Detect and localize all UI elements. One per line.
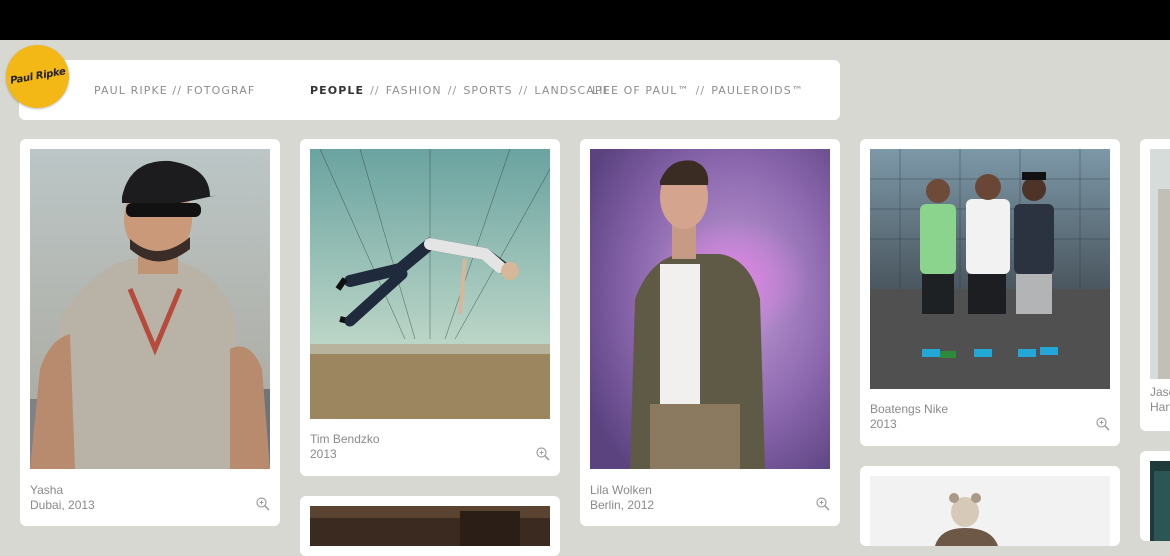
photo-partial[interactable] (310, 506, 550, 546)
zoom-plus-icon[interactable] (816, 497, 830, 511)
photo-title: Boatengs Nike (870, 402, 949, 416)
nav-separator: // (695, 84, 706, 97)
gallery-card-tim-bendzko[interactable]: Tim Bendzko 2013 (300, 139, 560, 476)
caption-yasha: Yasha Dubai, 2013 (30, 483, 95, 513)
photo-subtitle: Dubai, 2013 (30, 498, 95, 512)
photo-subtitle: Berlin, 2012 (590, 498, 655, 512)
gallery-card-partial-2[interactable] (860, 466, 1120, 546)
nav-life-of-paul[interactable]: LIFE OF PAUL™ (592, 84, 690, 97)
caption-tim-bendzko: Tim Bendzko 2013 (310, 432, 380, 462)
nav-fashion[interactable]: FASHION (386, 84, 442, 97)
brand-logo[interactable]: Paul Ripke (6, 45, 69, 108)
nav-sports[interactable]: SPORTS (463, 84, 512, 97)
photo-subtitle: 2013 (310, 447, 337, 461)
zoom-plus-icon[interactable] (536, 447, 550, 461)
caption-lila-wolken: Lila Wolken Berlin, 2012 (590, 483, 654, 513)
photo-boatengs-nike[interactable] (870, 149, 1110, 389)
photo-subtitle: Han (1150, 400, 1170, 414)
gallery-card-lila-wolken[interactable]: Lila Wolken Berlin, 2012 (580, 139, 840, 526)
photo-tim-bendzko[interactable] (310, 149, 550, 419)
site-title-link[interactable]: PAUL RIPKE // FOTOGRAF (94, 84, 255, 97)
photo-title: Lila Wolken (590, 483, 652, 497)
nav-people[interactable]: PEOPLE (310, 84, 364, 97)
nav-separator: // (370, 84, 380, 97)
photo-title: Yasha (30, 483, 64, 497)
photo-subtitle: 2013 (870, 417, 897, 431)
photo-lila-wolken[interactable] (590, 149, 830, 469)
gallery-card-partial-3[interactable] (1140, 451, 1170, 541)
caption-boatengs-nike: Boatengs Nike 2013 (870, 402, 948, 432)
gallery-card-partial[interactable] (300, 496, 560, 556)
photo-partial-2[interactable] (870, 476, 1110, 546)
top-black-bar (0, 0, 1170, 40)
nav-separator: // (518, 84, 529, 97)
gallery-card-boatengs-nike[interactable]: Boatengs Nike 2013 (860, 139, 1120, 446)
extras-nav: LIFE OF PAUL™ // PAULEROIDS™ (592, 84, 804, 97)
site-title[interactable]: PAUL RIPKE // FOTOGRAF (94, 84, 255, 97)
nav-pauleroids[interactable]: PAULEROIDS™ (711, 84, 804, 97)
gallery-card-yasha[interactable]: Yasha Dubai, 2013 (20, 139, 280, 526)
photo-jase[interactable] (1150, 149, 1170, 379)
nav-separator: // (447, 84, 458, 97)
logo-text: Paul Ripke (9, 66, 66, 87)
category-nav: PEOPLE//FASHION//SPORTS//LANDSCAPE (310, 84, 611, 97)
zoom-plus-icon[interactable] (1096, 417, 1110, 431)
photo-title: Jase (1150, 385, 1170, 399)
zoom-plus-icon[interactable] (256, 497, 270, 511)
photo-partial-3[interactable] (1150, 461, 1170, 541)
gallery-card-jase[interactable]: Jase Han (1140, 139, 1170, 431)
caption-jase: Jase Han (1150, 385, 1170, 415)
photo-yasha[interactable] (30, 149, 270, 469)
photo-title: Tim Bendzko (310, 432, 380, 446)
